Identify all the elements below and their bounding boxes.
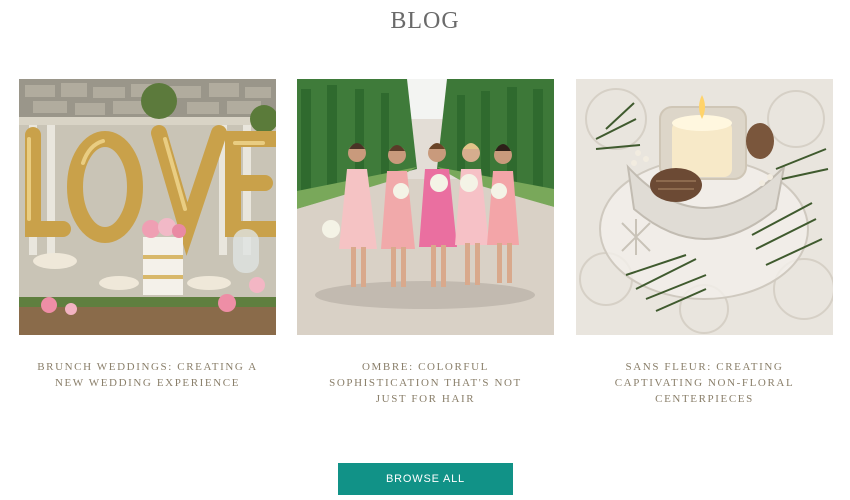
post-image-candle-centerpiece[interactable] xyxy=(576,79,833,335)
post-title[interactable]: SANS FLEUR: CREATING CAPTIVATING NON-FLO… xyxy=(576,359,833,407)
page-title: BLOG xyxy=(390,8,460,34)
post-title[interactable]: OMBRE: COLORFUL SOPHISTICATION THAT'S NO… xyxy=(297,359,554,407)
browse-all-button[interactable]: BROWSE ALL xyxy=(338,463,513,495)
post-image-love-balloons[interactable] xyxy=(19,79,276,335)
blog-post-card[interactable]: BRUNCH WEDDINGS: CREATING A NEW WEDDING … xyxy=(19,79,276,391)
post-title[interactable]: BRUNCH WEDDINGS: CREATING A NEW WEDDING … xyxy=(19,359,276,391)
blog-post-card[interactable]: SANS FLEUR: CREATING CAPTIVATING NON-FLO… xyxy=(576,79,833,407)
post-image-bridesmaids[interactable] xyxy=(297,79,554,335)
blog-post-card[interactable]: OMBRE: COLORFUL SOPHISTICATION THAT'S NO… xyxy=(297,79,554,407)
